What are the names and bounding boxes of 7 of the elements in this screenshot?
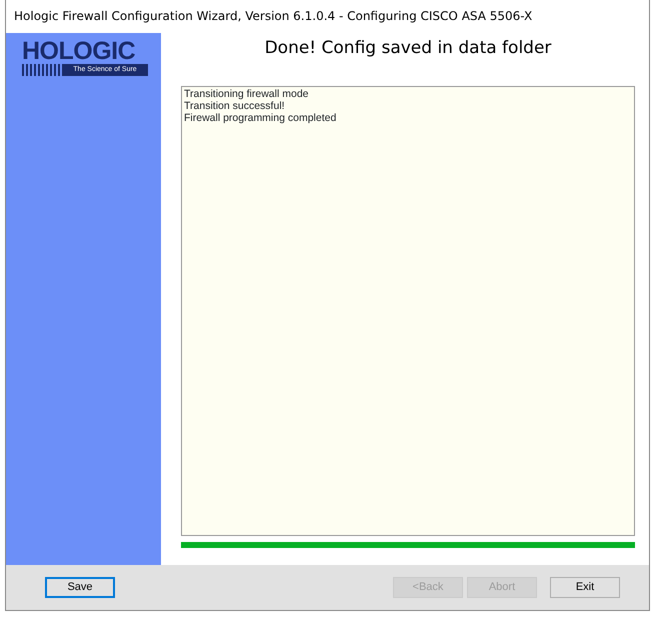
window-title: Hologic Firewall Configuration Wizard, Version 6.1.0.4 - Configuring CISCO ASA 5506-X	[13, 8, 534, 25]
dialog-button[interactable]: Exit	[550, 577, 620, 598]
status-heading: Done! Config saved in data folder	[264, 37, 552, 60]
log-line: Transition successful!	[184, 100, 286, 112]
dialog-button[interactable]: Save	[45, 577, 115, 598]
log-line: Transitioning firewall mode	[184, 88, 310, 100]
log-line: Firewall programming completed	[184, 112, 338, 124]
